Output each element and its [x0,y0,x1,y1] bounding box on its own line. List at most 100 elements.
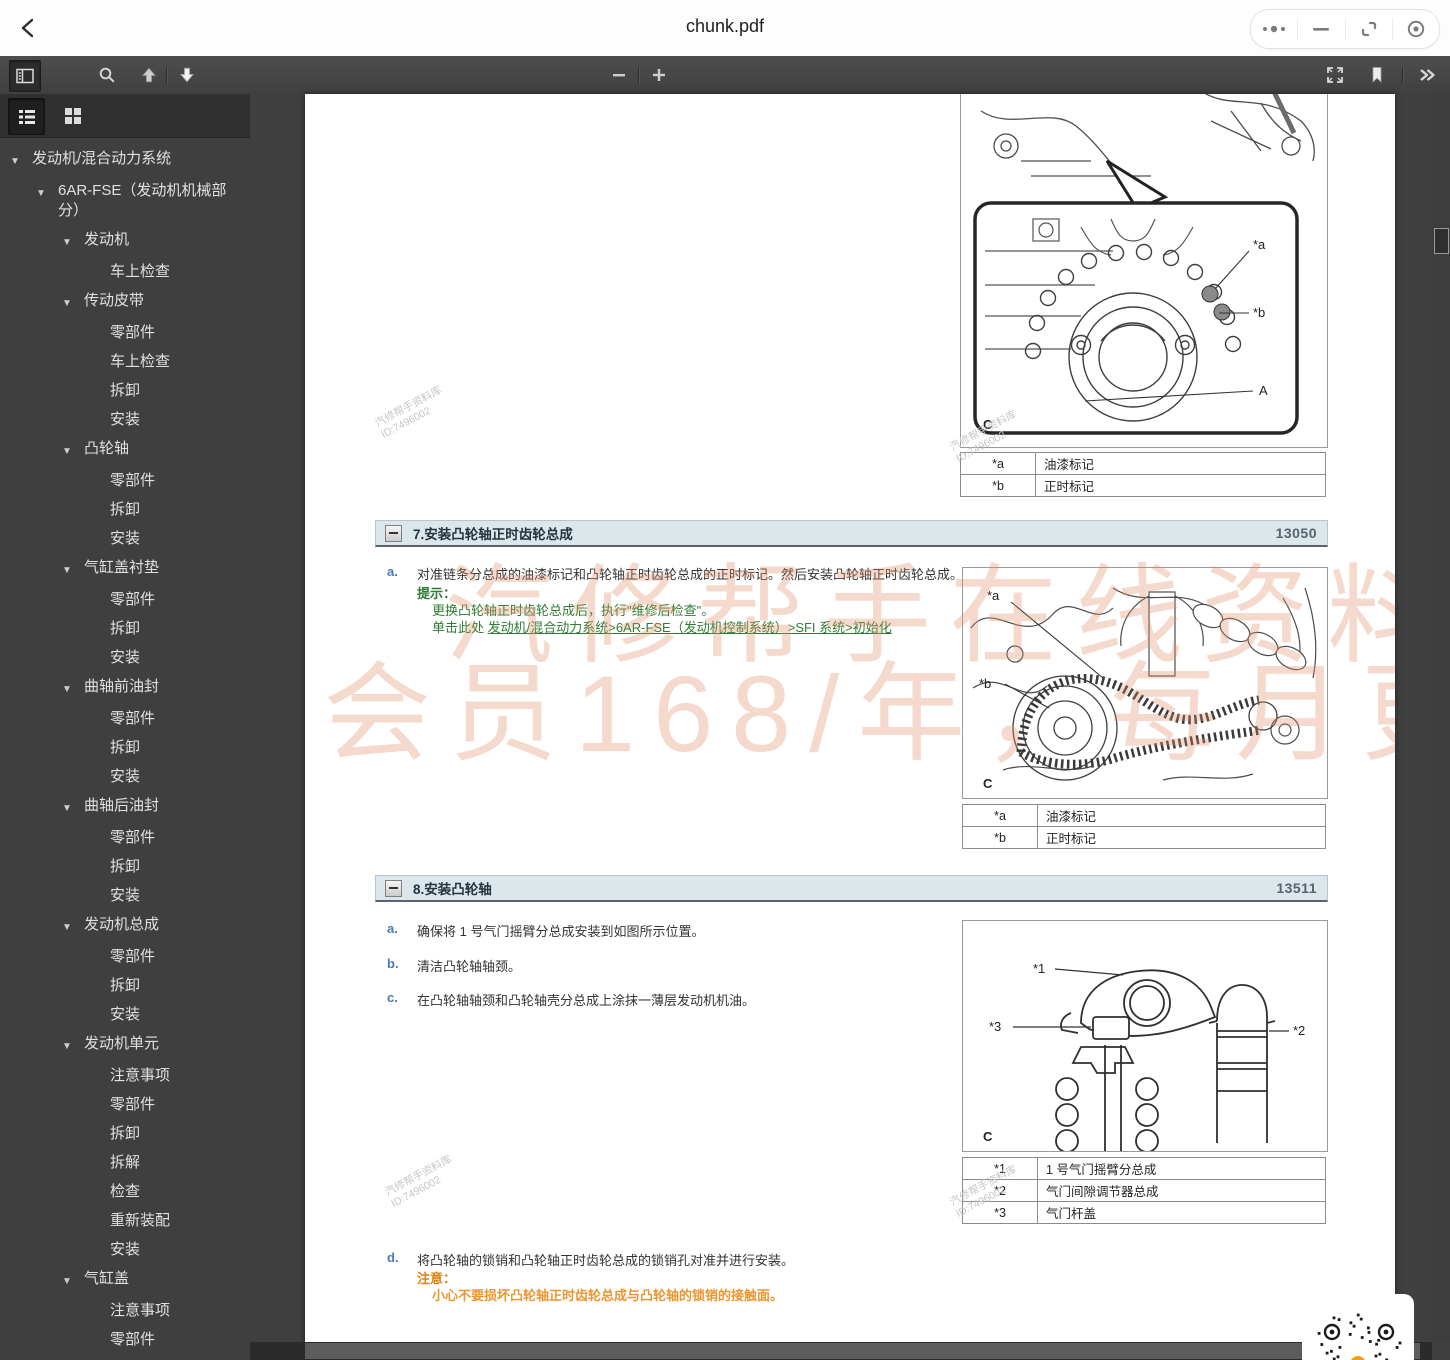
id-watermark: 汽修帮手资料库 ID:7496002 [383,1153,454,1210]
outline-item[interactable]: 安装 [0,886,250,906]
outline-item[interactable]: 拆卸 [0,1124,250,1144]
qr-code[interactable] [1302,1294,1414,1360]
restore-window-button[interactable] [1344,18,1392,40]
hint-link[interactable]: 发动机/混合动力系统>6AR-FSE（发动机控制系统）>SFI 系统>初始化 [488,620,892,635]
triangle-down-icon[interactable]: ▼ [62,1269,84,1292]
outline-item-label: 车上检查 [110,353,171,370]
outline-item[interactable]: 拆卸 [0,381,250,401]
search-icon [99,67,115,83]
triangle-down-icon[interactable]: ▼ [10,149,32,172]
previous-page-button[interactable] [134,60,164,90]
vertical-scrollbar-thumb[interactable] [1434,228,1449,254]
section8-header: 8.安装凸轮轴 13511 [375,875,1328,902]
outline-item-label: 曲轴后油封 [84,797,160,814]
step-text: 确保将 1 号气门摇臂分总成安装到如图所示位置。 [417,924,705,939]
minimize-icon [1313,28,1330,31]
outline-item[interactable]: 零部件 [0,828,250,848]
triangle-down-icon[interactable]: ▼ [36,181,58,204]
triangle-placeholder [88,828,110,831]
outline-item[interactable]: 检查 [0,1182,250,1202]
table-row: *b 正时标记 [960,474,1326,497]
triangle-down-icon[interactable]: ▼ [62,291,84,314]
find-button[interactable] [92,60,122,90]
outline-item[interactable]: 零部件 [0,323,250,343]
outline-item[interactable]: 拆卸 [0,500,250,520]
outline-item[interactable]: ▼ 气缸盖 [0,1269,250,1292]
outline-item[interactable]: 注意事项 [0,1066,250,1086]
outline-item[interactable]: ▼ 发动机 [0,230,250,253]
outline-item[interactable]: ▼ 传动皮带 [0,291,250,314]
outline-item[interactable]: ▼ 发动机总成 [0,915,250,938]
outline-item[interactable]: 拆卸 [0,738,250,758]
outline-item[interactable]: 安装 [0,767,250,787]
outline-item-label: 传动皮带 [84,292,145,309]
triangle-down-icon[interactable]: ▼ [62,796,84,819]
outline-item[interactable]: 零部件 [0,1330,250,1350]
outline-item[interactable]: 拆卸 [0,619,250,639]
outline-item[interactable]: 安装 [0,1240,250,1260]
outline-item[interactable]: 重新装配 [0,1211,250,1231]
outline-item-label: 凸轮轴 [84,440,130,457]
outline-item[interactable]: 零部件 [0,1095,250,1115]
outline-item[interactable]: 安装 [0,410,250,430]
collapse-icon[interactable] [385,879,402,897]
outline-item[interactable]: ▼ 6AR-FSE（发动机机械部分） [0,181,250,221]
outline-item[interactable]: ▼ 发动机/混合动力系统 [0,149,250,172]
outline-item[interactable]: 注意事项 [0,1301,250,1321]
record-button[interactable] [1391,18,1439,40]
outline-view-button[interactable] [8,98,45,135]
outline-item[interactable]: 零部件 [0,947,250,967]
triangle-down-icon[interactable]: ▼ [62,439,84,462]
outline-item[interactable]: 零部件 [0,590,250,610]
triangle-placeholder [88,1182,110,1185]
outline-item[interactable]: 安装 [0,529,250,549]
zoom-in-button[interactable] [644,60,674,90]
outline-item[interactable]: ▼ 凸轮轴 [0,439,250,462]
outline-item-label: 曲轴前油封 [84,678,160,695]
zoom-out-button[interactable] [604,60,634,90]
triangle-down-icon[interactable]: ▼ [62,558,84,581]
triangle-placeholder [88,352,110,355]
presentation-mode-button[interactable] [1320,60,1350,90]
outline-item-label: 安装 [110,530,141,547]
outline-item[interactable]: 拆卸 [0,976,250,996]
step-letter: a. [387,564,398,579]
triangle-down-icon[interactable]: ▼ [62,677,84,700]
outline-item[interactable]: ▼ 气缸盖衬垫 [0,558,250,581]
outline-item[interactable]: ▼ 曲轴后油封 [0,796,250,819]
outline-item[interactable]: 零部件 [0,709,250,729]
outline-item[interactable]: 拆解 [0,1153,250,1173]
vertical-scrollbar[interactable] [1432,94,1450,1342]
bookmark-button[interactable] [1362,60,1392,90]
step-letter: b. [387,956,399,971]
toolbar-overflow-button[interactable] [1412,60,1442,90]
triangle-down-icon[interactable]: ▼ [62,915,84,938]
zoom-in-icon [653,69,665,81]
outline-item-label: 检查 [110,1183,141,1200]
outline-item[interactable]: 零部件 [0,471,250,491]
triangle-down-icon[interactable]: ▼ [62,1034,84,1057]
outline-item[interactable]: ▼ 曲轴前油封 [0,677,250,700]
sidebar: ▼ 发动机/混合动力系统 ▼ 6AR-FSE（发动机机械部分） ▼ 发动机 车上检查 ▼ 传动皮… [0,94,251,1360]
outline-item[interactable]: ▼ 发动机单元 [0,1034,250,1057]
triangle-down-icon[interactable]: ▼ [62,230,84,253]
minimize-button[interactable] [1297,18,1344,40]
mark-table-2: *a 油漆标记 *b 正时标记 [962,804,1326,849]
collapse-icon[interactable] [385,524,402,542]
outline-item[interactable]: 安装 [0,1005,250,1025]
sidebar-toggle-button[interactable] [9,60,41,92]
outline-item-label: 发动机单元 [84,1035,160,1052]
triangle-placeholder [88,471,110,474]
table-row: *b 正时标记 [962,826,1326,849]
outline-item[interactable]: 拆卸 [0,857,250,877]
next-page-button[interactable] [172,60,202,90]
outline-item[interactable]: 安装 [0,648,250,668]
more-options-button[interactable] [1251,18,1297,40]
outline-item[interactable]: 车上检查 [0,262,250,282]
outline-item-label: 零部件 [110,1096,156,1113]
thumbnails-view-button[interactable] [55,98,90,133]
outline-item[interactable]: 车上检查 [0,352,250,372]
horizontal-scrollbar-thumb[interactable] [305,1343,1420,1359]
triangle-placeholder [88,619,110,622]
horizontal-scrollbar[interactable] [250,1342,1432,1360]
